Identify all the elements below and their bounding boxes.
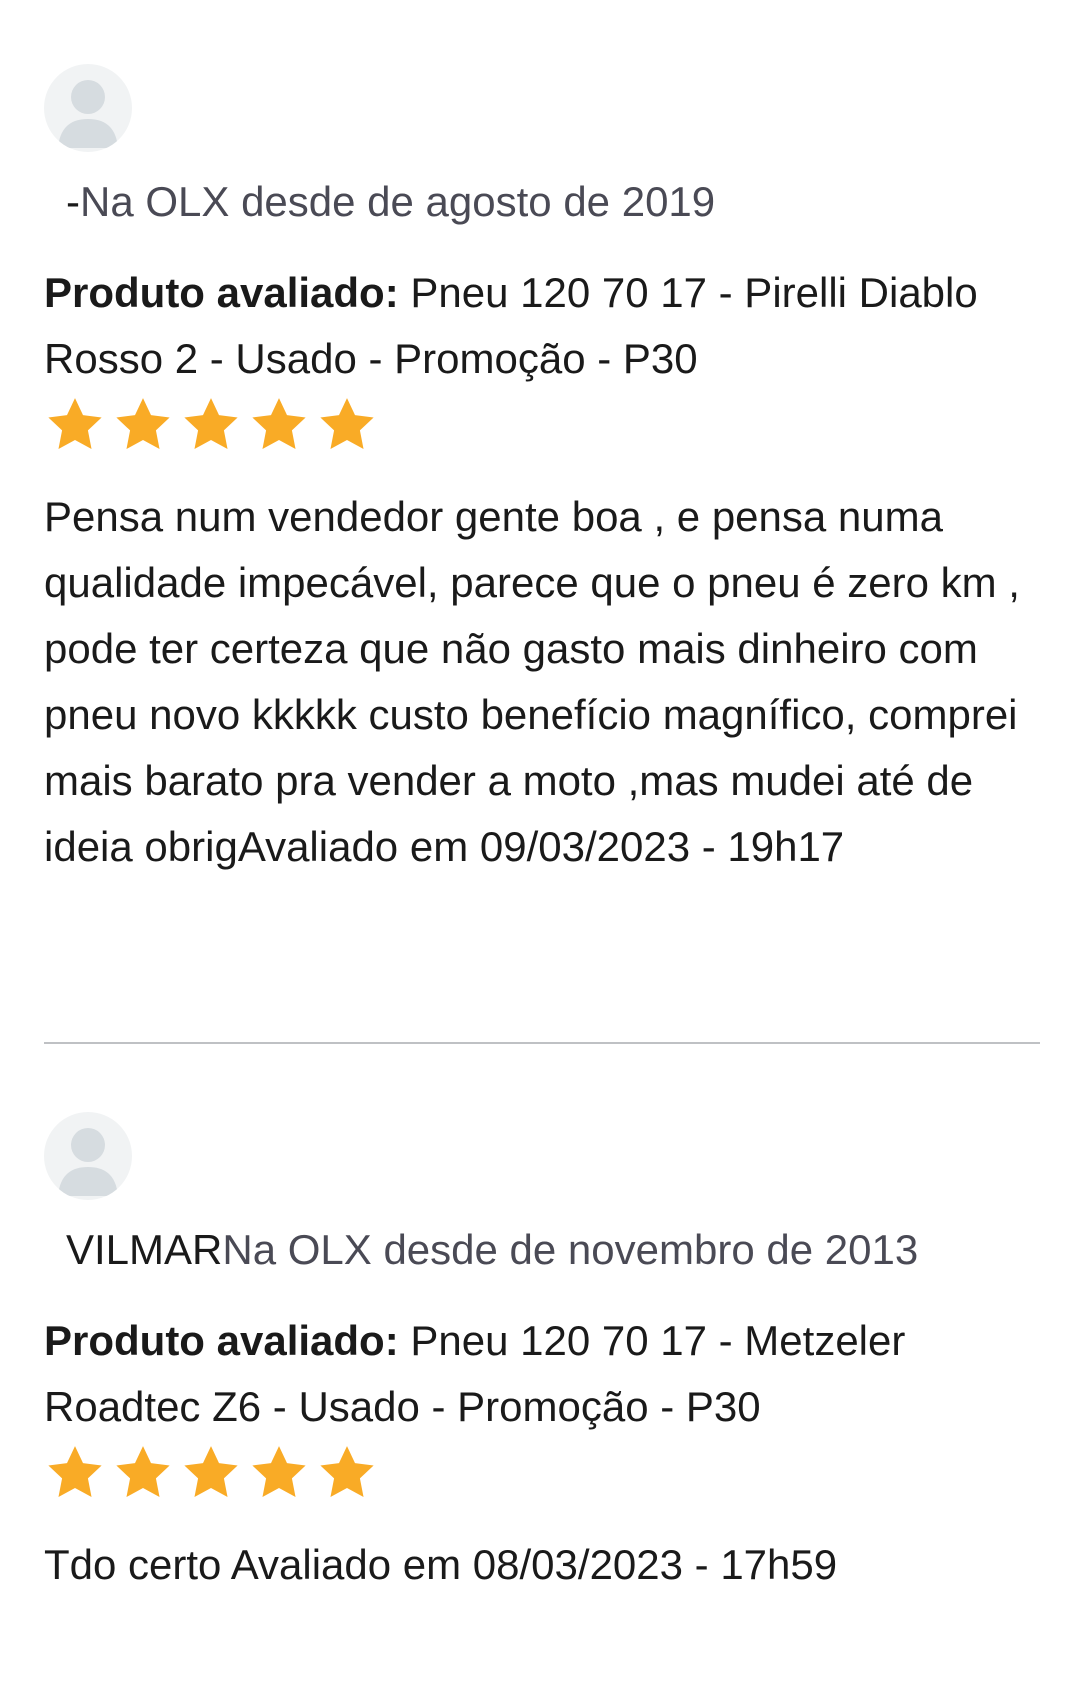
star-rating [44, 1440, 1044, 1506]
star-filled-icon [320, 398, 374, 450]
star-filled-icon [320, 1446, 374, 1498]
member-since: Na OLX desde de novembro de 2013 [222, 1226, 919, 1273]
star-filled-icon [252, 398, 306, 450]
star-filled-icon [116, 1446, 170, 1498]
review-comment: Tdo certo Avaliado em 08/03/2023 - 17h59 [44, 1532, 1044, 1598]
review-date: Avaliado em 08/03/2023 - 17h59 [230, 1541, 838, 1588]
divider [44, 1042, 1040, 1044]
user-silhouette-icon [58, 1128, 118, 1196]
product-label: Produto avaliado: [44, 269, 399, 316]
member-since: Na OLX desde de agosto de 2019 [80, 178, 716, 225]
review-card: VILMARNa OLX desde de novembro de 2013 P… [44, 1112, 1044, 1598]
review-comment: Pensa num vendedor gente boa , e pensa n… [44, 484, 1044, 880]
avatar-icon [44, 64, 132, 152]
star-filled-icon [48, 1446, 102, 1498]
star-rating [44, 392, 1044, 458]
comment-text: Pensa num vendedor gente boa , e pensa n… [44, 493, 1020, 870]
star-filled-icon [184, 398, 238, 450]
review-card: -Na OLX desde de agosto de 2019 Produto … [44, 64, 1044, 880]
star-filled-icon [48, 398, 102, 450]
avatar-icon [44, 1112, 132, 1200]
review-date: Avaliado em 09/03/2023 - 19h17 [237, 823, 845, 870]
product-label: Produto avaliado: [44, 1317, 399, 1364]
star-filled-icon [252, 1446, 306, 1498]
star-filled-icon [116, 398, 170, 450]
comment-text: Tdo certo [44, 1541, 231, 1588]
seller-name: - [66, 178, 80, 225]
seller-info: -Na OLX desde de agosto de 2019 [44, 174, 1044, 230]
seller-info: VILMARNa OLX desde de novembro de 2013 [44, 1222, 1044, 1278]
star-filled-icon [184, 1446, 238, 1498]
user-silhouette-icon [58, 80, 118, 148]
reviewed-product: Produto avaliado: Pneu 120 70 17 - Metze… [44, 1308, 1044, 1440]
reviewed-product: Produto avaliado: Pneu 120 70 17 - Pirel… [44, 260, 1044, 392]
seller-name: VILMAR [66, 1226, 223, 1273]
